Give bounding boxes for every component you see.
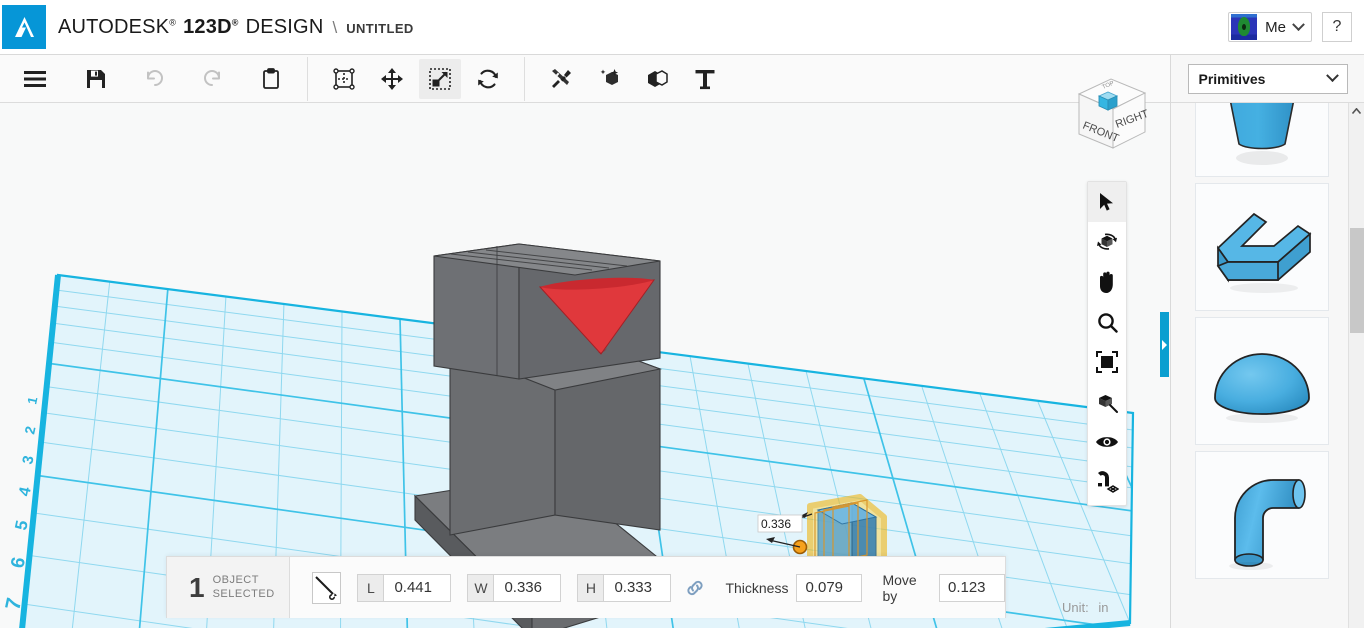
category-label: Primitives (1198, 70, 1266, 87)
zoom-tool[interactable] (1088, 302, 1126, 342)
autodesk-logo-icon[interactable] (2, 5, 46, 49)
scale-button[interactable] (419, 58, 461, 99)
selection-label-line2: SELECTED (212, 587, 275, 600)
toolbar-group-file (0, 55, 295, 102)
menu-button[interactable] (14, 59, 56, 99)
header-right-group: Me ? (1228, 12, 1364, 42)
l-shaped-block-icon (1216, 212, 1312, 293)
account-menu[interactable]: Me (1228, 12, 1312, 42)
shape-torus-elbow[interactable] (1195, 451, 1329, 579)
fit-tool[interactable] (1088, 342, 1126, 382)
selection-count: 1 (189, 571, 205, 603)
thickness-label: Thickness (725, 579, 789, 596)
truncated-cone-icon (1229, 103, 1295, 165)
pan-tool[interactable] (1088, 262, 1126, 302)
shape-cone[interactable] (1195, 103, 1329, 177)
selection-label-line1: OBJECT (212, 573, 259, 586)
paste-button[interactable] (250, 59, 292, 99)
shape-dome[interactable] (1195, 317, 1329, 445)
selection-label: OBJECT SELECTED (213, 574, 275, 602)
move-button[interactable] (371, 59, 413, 99)
toolbar-separator (524, 56, 525, 101)
toolbar-separator (307, 56, 308, 101)
chain-link-icon[interactable] (685, 578, 705, 598)
unit-indicator: Unit: in (1062, 600, 1108, 615)
thickness-field[interactable]: 0.079 (796, 573, 863, 602)
length-field-label: L (358, 574, 385, 601)
moveby-field[interactable]: 0.123 (938, 573, 1005, 602)
select-tool[interactable] (1088, 182, 1126, 222)
page-title: AUTODESK® 123D® DESIGN \ UNTITLED (58, 16, 414, 39)
brand-123d-tm: ® (231, 16, 239, 27)
dim-height-label: 0.336 (761, 517, 791, 531)
panel-collapse-handle[interactable] (1160, 312, 1169, 377)
shape-elbow-block[interactable] (1195, 183, 1329, 311)
toolbar-group-transform (320, 55, 512, 102)
width-field-value: 0.336 (504, 579, 542, 596)
scrollbar-thumb[interactable] (1350, 228, 1364, 333)
scrollbar-up-button[interactable] (1349, 103, 1364, 119)
chevron-down-icon (1292, 17, 1305, 31)
chevron-right-icon (1162, 339, 1167, 350)
width-field[interactable]: W 0.336 (467, 573, 562, 602)
app-header: AUTODESK® 123D® DESIGN \ UNTITLED Me ? (0, 0, 1364, 55)
brand-autodesk: AUTODESK (58, 15, 170, 38)
undo-button[interactable] (134, 59, 176, 99)
category-dropdown[interactable]: Primitives (1187, 63, 1348, 94)
visibility-tool[interactable] (1088, 422, 1126, 462)
title-separator: \ (332, 17, 338, 37)
redo-button[interactable] (191, 59, 233, 99)
length-field[interactable]: L 0.441 (357, 573, 452, 602)
selection-count-block: 1 OBJECT SELECTED (167, 557, 290, 618)
viewport-canvas[interactable]: 1 2 3 4 5 6 7 8 9 (0, 103, 1170, 628)
avatar (1231, 14, 1258, 40)
zoom-object-tool[interactable] (1088, 382, 1126, 422)
brand-autodesk-tm: ® (169, 16, 177, 27)
sketch-button[interactable] (540, 59, 582, 99)
text-button[interactable] (684, 59, 726, 99)
chevron-up-icon (1352, 108, 1361, 114)
save-button[interactable] (75, 59, 117, 99)
panel-header: Primitives (1171, 55, 1364, 103)
snap-tool[interactable] (1088, 462, 1126, 502)
length-field-value: 0.441 (394, 579, 432, 596)
line-snap-icon[interactable] (311, 571, 342, 604)
help-label: ? (1332, 18, 1342, 35)
height-field-label: H (578, 574, 605, 601)
selection-status-bar: 1 OBJECT SELECTED L 0.441 W 0.336 H 0.33… (166, 556, 1006, 618)
scene-objects: 0.336 0.441 (413, 243, 887, 628)
brand-design: DESIGN (245, 15, 324, 38)
unit-label: Unit: (1062, 600, 1089, 615)
construct-button[interactable] (588, 59, 630, 99)
help-button[interactable]: ? (1322, 12, 1352, 42)
main-toolbar (0, 55, 1170, 103)
chevron-down-icon (1325, 69, 1339, 83)
account-label: Me (1265, 18, 1286, 36)
shape-palette (1171, 103, 1349, 628)
panel-scrollbar[interactable] (1348, 103, 1364, 628)
navigation-toolbar (1087, 181, 1127, 506)
width-field-label: W (468, 574, 495, 601)
moveby-label: Move by (882, 571, 917, 604)
transform-button[interactable] (323, 59, 365, 99)
rotate-button[interactable] (467, 59, 509, 99)
shape-library-panel: Primitives (1170, 55, 1364, 628)
brand-123d: 123D (183, 15, 232, 38)
document-name: UNTITLED (346, 20, 414, 36)
unit-value: in (1098, 600, 1109, 615)
view-cube[interactable]: TOP FRONT RIGHT (1063, 66, 1157, 162)
height-field[interactable]: H 0.333 (577, 573, 672, 602)
height-field-value: 0.333 (614, 579, 652, 596)
app-root: AUTODESK® 123D® DESIGN \ UNTITLED Me ? 1… (0, 0, 1364, 628)
pipe-elbow-icon (1229, 479, 1306, 570)
modify-button[interactable] (636, 59, 678, 99)
dome-hemisphere-icon (1213, 353, 1310, 423)
orbit-tool[interactable] (1088, 222, 1126, 262)
home-cube-icon (1097, 91, 1119, 111)
toolbar-group-create (537, 55, 729, 102)
